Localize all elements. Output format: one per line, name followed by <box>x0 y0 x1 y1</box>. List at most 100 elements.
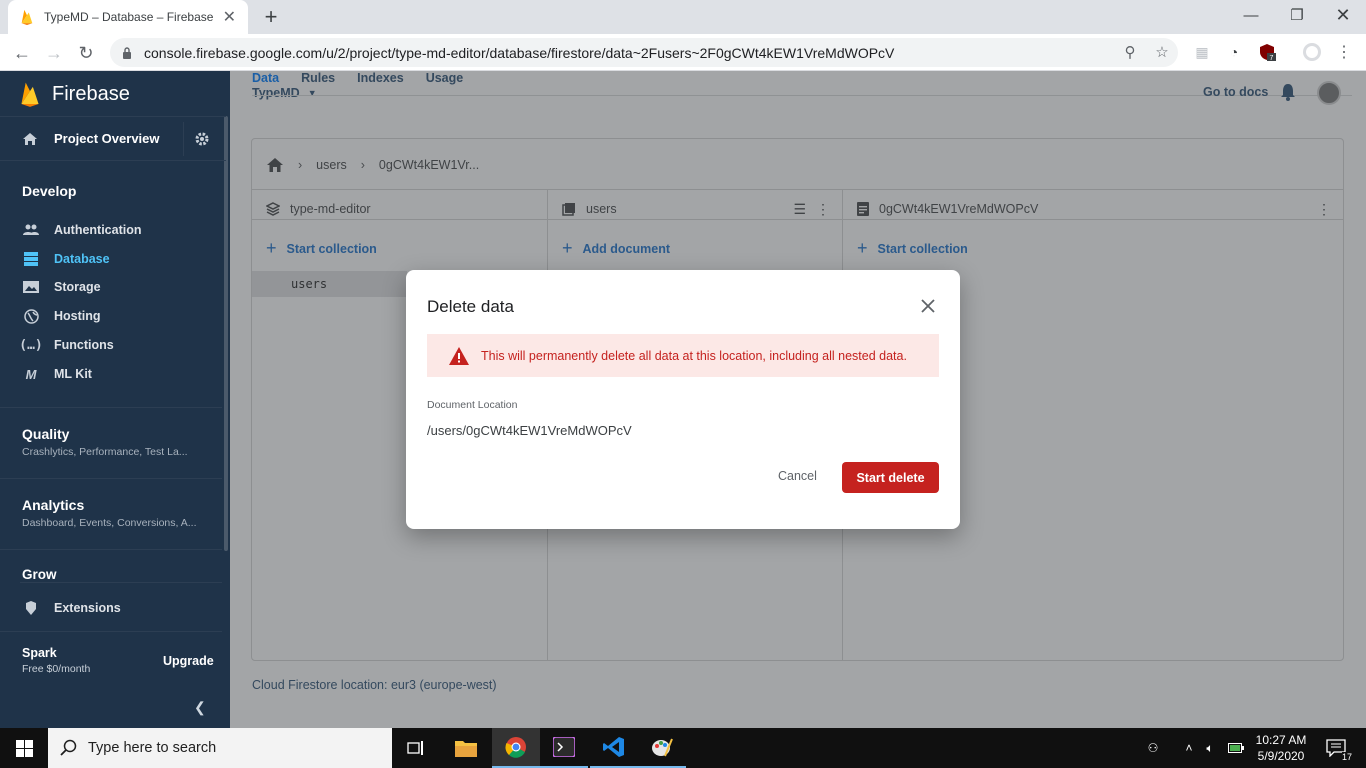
speed-extension-icon[interactable]: ◔ <box>1224 42 1244 62</box>
vscode-taskbar-icon[interactable] <box>590 728 638 768</box>
sidebar-item-label: ML Kit <box>54 367 92 381</box>
sidebar-item-database[interactable]: Database <box>0 245 226 273</box>
image-icon <box>22 278 40 296</box>
sidebar-item-hosting[interactable]: Hosting <box>0 302 226 330</box>
tab-indexes[interactable]: Indexes <box>357 71 404 85</box>
notifications-icon[interactable]: 17 <box>1322 728 1352 768</box>
grow-heading[interactable]: Grow <box>22 567 57 582</box>
filter-icon[interactable]: ☰ <box>793 201 806 218</box>
sidebar-item-storage[interactable]: Storage <box>0 273 226 301</box>
tab-rules[interactable]: Rules <box>301 71 335 85</box>
bell-icon[interactable] <box>1280 83 1296 101</box>
go-to-docs-link[interactable]: Go to docs <box>1203 85 1268 99</box>
column-header: type-md-editor <box>252 190 547 228</box>
close-tab-icon[interactable]: ✕ <box>223 7 236 27</box>
more-vert-icon[interactable]: ⋮ <box>816 201 830 218</box>
restore-icon[interactable]: ❐ <box>1274 0 1320 30</box>
lock-icon <box>123 46 131 59</box>
firebase-favicon-icon <box>21 9 33 25</box>
tab-usage[interactable]: Usage <box>426 71 464 85</box>
chevron-right-icon: › <box>298 158 303 172</box>
ublock-extension-icon[interactable]: 7 <box>1257 42 1277 62</box>
back-icon[interactable]: ← <box>9 40 35 66</box>
project-switcher[interactable]: TypeMD ▼ <box>252 86 317 100</box>
windows-start-icon[interactable] <box>0 728 48 768</box>
action-label: Start collection <box>286 241 377 256</box>
divider <box>0 631 222 632</box>
firebase-logo-icon <box>21 82 39 107</box>
taskbar-search-input[interactable]: Type here to search <box>48 728 392 768</box>
minimize-icon[interactable]: — <box>1228 0 1274 30</box>
quality-heading[interactable]: Quality <box>22 426 69 442</box>
profile-icon[interactable] <box>1302 42 1322 62</box>
analytics-heading[interactable]: Analytics <box>22 497 84 513</box>
analytics-subtitle: Dashboard, Events, Conversions, A... <box>22 517 197 529</box>
address-bar[interactable]: console.firebase.google.com/u/2/project/… <box>110 38 1178 67</box>
close-icon[interactable] <box>918 296 938 316</box>
home-icon <box>23 132 37 145</box>
collapse-sidebar-icon[interactable]: ❮ <box>194 699 206 716</box>
project-overview-link[interactable]: Project Overview <box>54 131 183 146</box>
browser-tab[interactable]: TypeMD – Database – Firebase co ✕ <box>8 0 248 34</box>
start-collection-button[interactable]: + Start collection <box>266 238 377 259</box>
tab-title: TypeMD – Database – Firebase co <box>44 10 217 24</box>
reload-icon[interactable]: ↻ <box>73 40 99 66</box>
add-document-button[interactable]: + Add document <box>562 238 670 259</box>
browser-tab-strip: TypeMD – Database – Firebase co ✕ + — ❐ … <box>0 0 1366 34</box>
puzzle-icon <box>22 599 40 617</box>
volume-icon[interactable]: 🔈︎ <box>1200 728 1220 768</box>
chevron-up-icon[interactable]: ˄ <box>1180 728 1198 768</box>
gear-icon[interactable] <box>194 131 210 147</box>
url-text: console.firebase.google.com/u/2/project/… <box>144 44 895 61</box>
start-delete-button[interactable]: Start delete <box>842 462 939 493</box>
divider <box>0 549 222 550</box>
close-window-icon[interactable]: ✕ <box>1320 0 1366 30</box>
firebase-sidebar: Firebase Project Overview Develop Authen… <box>0 71 230 728</box>
paint-taskbar-icon[interactable] <box>638 728 686 768</box>
chrome-taskbar-icon[interactable] <box>492 728 540 768</box>
new-tab-button[interactable]: + <box>258 4 284 30</box>
sidebar-item-authentication[interactable]: Authentication <box>0 216 226 244</box>
forward-icon[interactable]: → <box>41 40 67 66</box>
breadcrumb-document[interactable]: 0gCWt4kEW1Vr... <box>379 158 479 172</box>
more-vert-icon[interactable]: ⋮ <box>1317 201 1331 218</box>
terminal-taskbar-icon[interactable] <box>540 728 588 768</box>
ml-kit-icon: M <box>25 366 37 382</box>
system-clock[interactable]: 10:27 AM 5/9/2020 <box>1244 732 1318 764</box>
chrome-menu-icon[interactable]: ⋮ <box>1334 42 1354 62</box>
people-tray-icon[interactable]: ⚇ <box>1142 728 1164 768</box>
sidebar-item-label: Extensions <box>54 601 121 615</box>
upgrade-button[interactable]: Upgrade <box>163 654 214 668</box>
warning-text: This will permanently delete all data at… <box>481 348 907 363</box>
sidebar-item-ml-kit[interactable]: M ML Kit <box>0 360 226 388</box>
zoom-icon[interactable]: ⚲ <box>1120 42 1140 62</box>
sidebar-item-label: Storage <box>54 280 101 294</box>
clock-date: 5/9/2020 <box>1257 749 1305 763</box>
task-view-icon[interactable] <box>392 728 440 768</box>
warning-banner: This will permanently delete all data at… <box>427 334 939 377</box>
home-icon[interactable] <box>266 157 284 173</box>
start-collection-button[interactable]: + Start collection <box>857 238 968 259</box>
tab-data[interactable]: Data <box>252 71 279 85</box>
plan-name: Spark <box>22 646 57 660</box>
brand-label: Firebase <box>52 82 130 105</box>
cancel-button[interactable]: Cancel <box>774 469 821 483</box>
avatar[interactable] <box>1317 81 1341 105</box>
firebase-brand[interactable]: Firebase <box>20 81 130 107</box>
breadcrumb: › users › 0gCWt4kEW1Vr... <box>266 157 479 173</box>
database-icon <box>22 250 40 268</box>
battery-icon[interactable] <box>1226 728 1246 768</box>
chevron-right-icon: › <box>360 158 365 172</box>
sidebar-item-functions[interactable]: (…) Functions <box>0 331 226 359</box>
column-header: 0gCWt4kEW1VreMdWOPcV ⋮ <box>843 190 1343 228</box>
sidebar-item-extensions[interactable]: Extensions <box>0 594 226 622</box>
divider <box>0 407 222 408</box>
list-item[interactable]: users <box>252 271 407 297</box>
bookmark-star-icon[interactable]: ☆ <box>1152 42 1172 62</box>
delete-data-dialog: Delete data This will permanently delete… <box>406 270 960 529</box>
dialog-title: Delete data <box>427 297 514 316</box>
breadcrumb-collection[interactable]: users <box>316 158 347 172</box>
file-explorer-icon[interactable] <box>442 728 490 768</box>
extension-grid-icon[interactable]: ▦ <box>1192 42 1212 62</box>
divider <box>20 582 222 583</box>
